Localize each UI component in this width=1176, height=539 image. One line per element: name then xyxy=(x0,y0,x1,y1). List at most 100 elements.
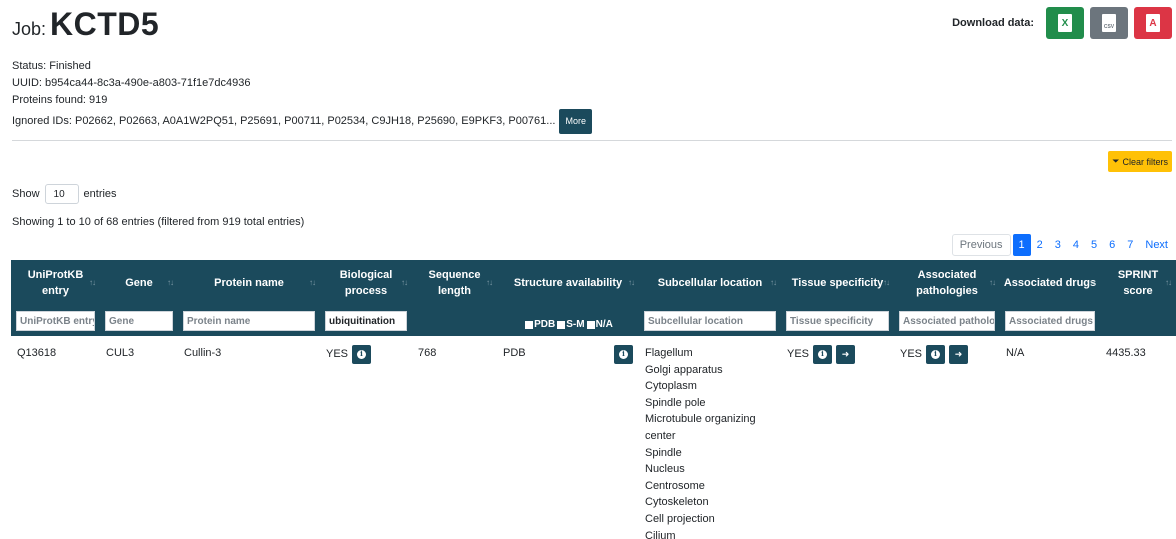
bio-process-info-button[interactable]: i xyxy=(352,345,372,364)
col-header-drugs[interactable]: Associated drugs ↑↓ xyxy=(1000,260,1100,306)
subcell-item: Cell projection xyxy=(645,512,715,525)
bio-process-text: YES xyxy=(326,348,349,361)
more-button[interactable]: More xyxy=(559,109,592,134)
structure-value: PDB i xyxy=(503,345,633,364)
pdb-checkbox[interactable] xyxy=(525,320,534,329)
results-table: UniProtKB entry ↑↓ Gene ↑↓ Protein name ↑↓ … xyxy=(11,260,1176,539)
structure-text: PDB xyxy=(503,347,526,359)
pagination-page-1[interactable]: 1 xyxy=(1012,234,1031,256)
bio-process-value: YES i xyxy=(326,345,406,364)
col-header-sprint[interactable]: SPRINT score ↑↓ xyxy=(1100,260,1176,306)
structure-info-button[interactable]: i xyxy=(614,345,633,364)
pathologies-value: YES i ➜ xyxy=(900,345,994,364)
subcell-item: Nucleus xyxy=(645,463,685,476)
ignored-ids-text: Ignored IDs: P02662, P02663, A0A1W2PQ51,… xyxy=(12,115,556,127)
col-header-label: SPRINT score xyxy=(1117,269,1159,297)
structure-filter-checkboxes: PDB S-M N/A xyxy=(502,319,634,330)
pagination-page-7[interactable]: 7 xyxy=(1121,234,1139,256)
pagination-page-4[interactable]: 4 xyxy=(1067,234,1085,256)
pagination-page-2[interactable]: 2 xyxy=(1031,234,1049,256)
pagination-page-3[interactable]: 3 xyxy=(1049,234,1067,256)
excel-file-icon: X xyxy=(1058,14,1072,32)
csv-file-icon: CSV xyxy=(1102,14,1116,32)
col-header-tissue[interactable]: Tissue specificity ↑↓ xyxy=(781,260,894,306)
pagination-page-5[interactable]: 5 xyxy=(1085,234,1103,256)
bio-process-filter-input[interactable]: ubiquitination xyxy=(325,311,407,331)
download-csv-button[interactable]: CSV xyxy=(1090,7,1128,39)
pdf-file-icon: A xyxy=(1146,14,1160,32)
entries-label: entries xyxy=(83,188,117,200)
length-control: Show 10 entries xyxy=(12,184,117,204)
col-header-label: Subcellular location xyxy=(657,277,763,289)
pdb-checkbox-label: PDB xyxy=(534,319,556,330)
filter-cell: Associated pathologies xyxy=(894,306,1000,336)
col-header-gene[interactable]: Gene ↑↓ xyxy=(100,260,178,306)
show-label: Show xyxy=(12,188,40,200)
sort-icon: ↑↓ xyxy=(401,278,408,287)
pathologies-open-button[interactable]: ➜ xyxy=(949,345,969,364)
filter-cell: Protein name xyxy=(178,306,320,336)
job-meta: Status: Finished UUID: b954ca44-8c3a-490… xyxy=(12,58,592,134)
proteins-found-text: Proteins found: 919 xyxy=(12,94,108,106)
col-header-subcell[interactable]: Subcellular location ↑↓ xyxy=(639,260,781,306)
sort-icon: ↑↓ xyxy=(486,278,493,287)
info-icon: i xyxy=(931,349,941,359)
pagination-previous[interactable]: Previous xyxy=(951,234,1011,256)
job-prefix: Job: xyxy=(12,19,47,39)
col-header-structure[interactable]: Structure availability ↑↓ xyxy=(497,260,639,306)
filter-cell: Associated drugs xyxy=(1000,306,1100,336)
tissue-filter-input[interactable]: Tissue specificity xyxy=(786,311,889,331)
col-header-bio-process[interactable]: Biological process ↑↓ xyxy=(320,260,412,306)
cell-tissue: YES i ➜ xyxy=(781,336,894,539)
tissue-open-button[interactable]: ➜ xyxy=(836,345,856,364)
info-icon: i xyxy=(619,349,628,359)
col-header-seq-length[interactable]: Sequence length ↑↓ xyxy=(412,260,497,306)
subcell-item: Flagellum xyxy=(645,347,693,359)
col-header-label: Associated pathologies xyxy=(916,269,978,297)
download-bar: Download data: X CSV A xyxy=(952,7,1172,39)
gene-filter-input[interactable]: Gene xyxy=(105,311,173,331)
na-checkbox[interactable] xyxy=(586,320,595,329)
uniprot-filter-input[interactable]: UniProtKB entry xyxy=(16,311,95,331)
drugs-filter-input[interactable]: Associated drugs xyxy=(1005,311,1095,331)
pagination-next[interactable]: Next xyxy=(1139,234,1174,256)
tissue-info-button[interactable]: i xyxy=(813,345,833,364)
cell-protein: Cullin-3 xyxy=(184,347,222,359)
col-header-label: Gene xyxy=(125,277,153,289)
col-header-uniprot[interactable]: UniProtKB entry ↑↓ xyxy=(11,260,100,306)
col-header-label: Structure availability xyxy=(513,277,623,289)
entries-select[interactable]: 10 xyxy=(44,184,79,204)
status-text: Status: Finished xyxy=(12,60,91,72)
protein-filter-input[interactable]: Protein name xyxy=(183,311,315,331)
cell-pathologies: YES i ➜ xyxy=(894,336,1000,539)
download-xlsx-button[interactable]: X xyxy=(1046,7,1084,39)
arrow-right-icon: ➜ xyxy=(954,349,963,360)
sort-icon: ↑↓ xyxy=(628,278,635,287)
info-icon: i xyxy=(357,349,367,359)
sort-icon: ↑↓ xyxy=(167,278,174,287)
download-pdf-button[interactable]: A xyxy=(1134,7,1172,39)
cell-gene: CUL3 xyxy=(106,347,135,359)
eraser-icon: ⏷ xyxy=(1112,156,1120,166)
pathologies-text: YES xyxy=(900,348,923,361)
ignored-ids-row: Ignored IDs: P02662, P02663, A0A1W2PQ51,… xyxy=(12,109,592,134)
cell-structure: PDB i xyxy=(497,336,639,539)
subcell-filter-input[interactable]: Subcellular location xyxy=(644,311,776,331)
pagination: Previous 1 2 3 4 5 6 7 Next xyxy=(951,234,1174,256)
pagination-page-6[interactable]: 6 xyxy=(1103,234,1121,256)
cell-entry: Q13618 xyxy=(17,347,57,359)
sm-checkbox[interactable] xyxy=(557,320,566,329)
pathologies-filter-input[interactable]: Associated pathologies xyxy=(899,311,995,331)
col-header-label: Tissue specificity xyxy=(791,277,884,289)
filter-cell: PDB S-M N/A xyxy=(497,306,639,336)
subcell-item: Centrosome xyxy=(645,479,705,492)
col-header-pathologies[interactable]: Associated pathologies ↑↓ xyxy=(894,260,1000,306)
cell-score: 4435.33 xyxy=(1106,347,1146,359)
na-checkbox-label: N/A xyxy=(595,319,613,330)
filter-cell xyxy=(1100,306,1176,336)
cell-bio: YES i xyxy=(320,336,412,539)
clear-filters-button[interactable]: ⏷ Clear filters xyxy=(1108,151,1172,172)
pathologies-info-button[interactable]: i xyxy=(926,345,946,364)
table-info: Showing 1 to 10 of 68 entries (filtered … xyxy=(12,216,305,228)
col-header-protein[interactable]: Protein name ↑↓ xyxy=(178,260,320,306)
